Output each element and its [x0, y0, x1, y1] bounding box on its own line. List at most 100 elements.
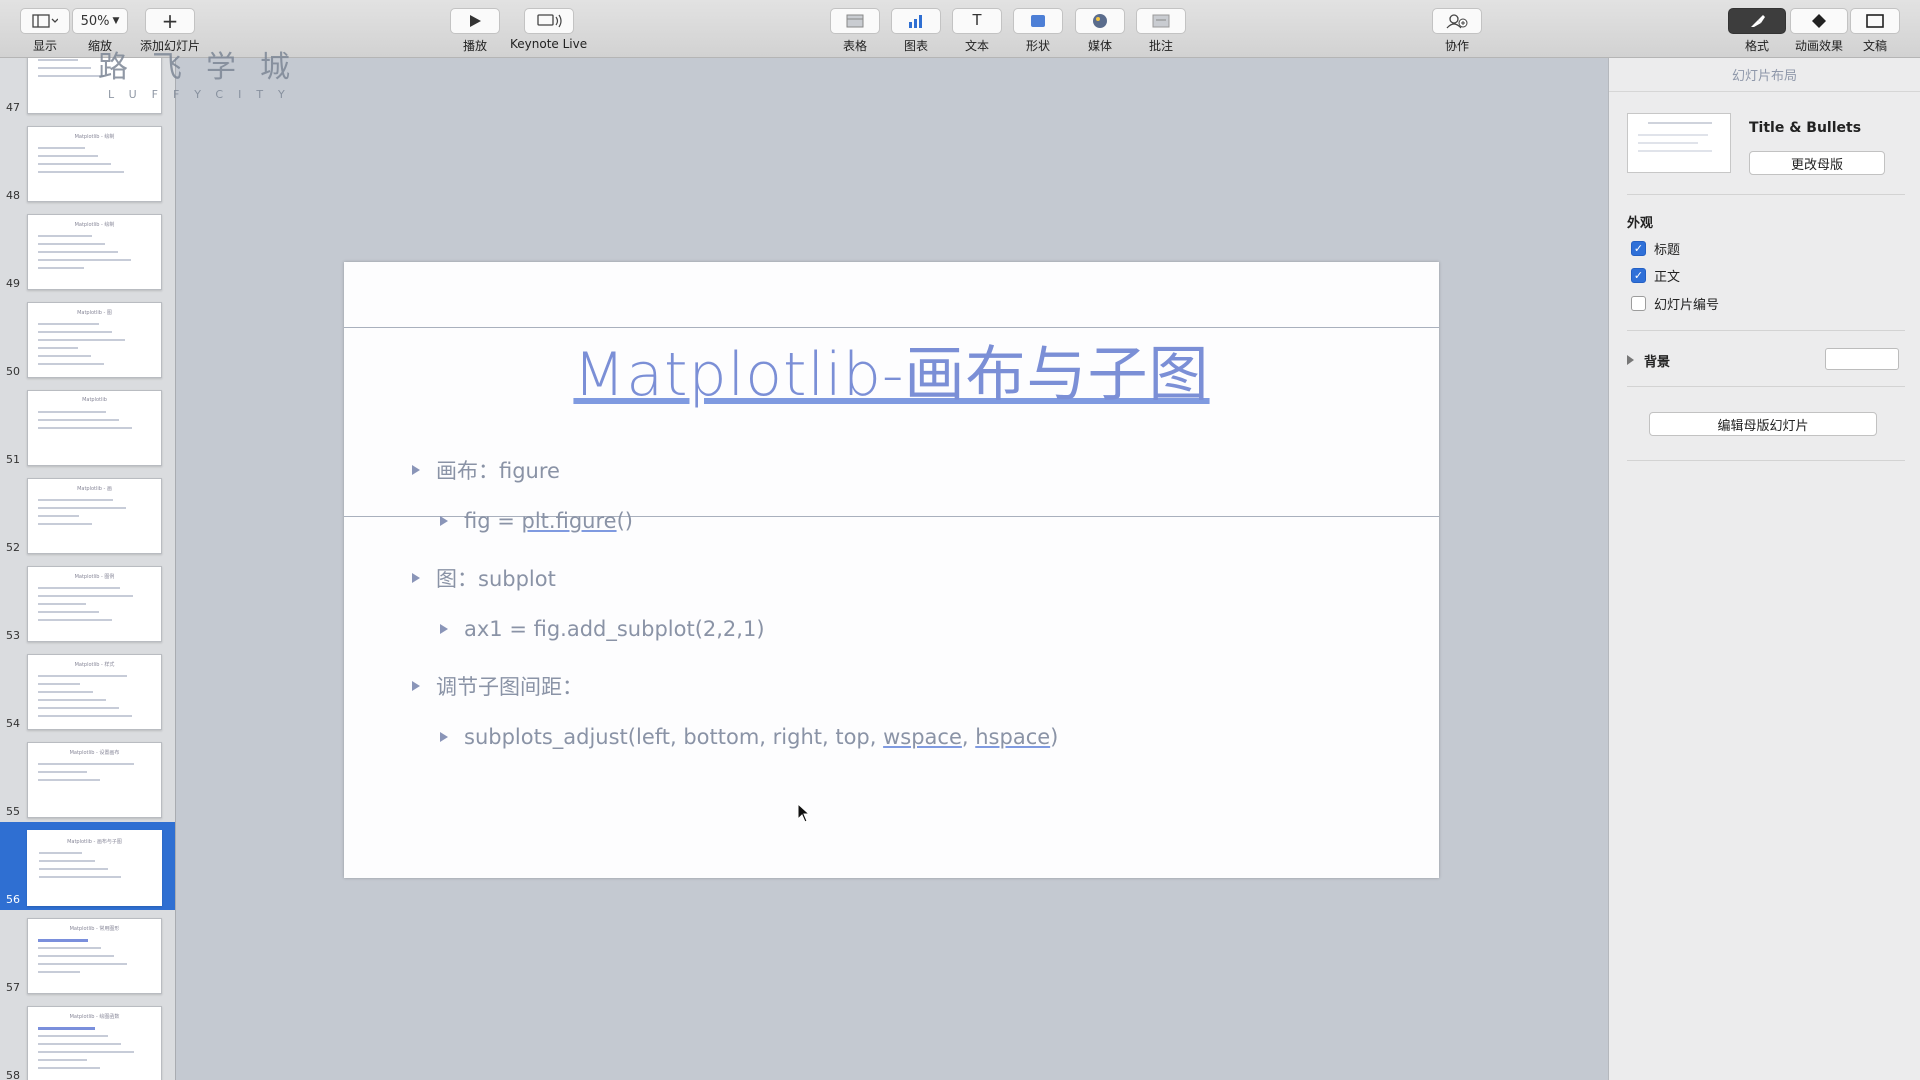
title-checkbox-row[interactable]: ✓ 标题: [1631, 239, 1680, 258]
body-checkbox[interactable]: ✓: [1631, 268, 1646, 283]
slide-thumbnail[interactable]: Matplotlib - 画: [27, 478, 162, 554]
bullet-item[interactable]: ax1 = fig.add_subplot(2,2,1): [440, 617, 765, 641]
slide-thumbnail-row[interactable]: 48 Matplotlib - 绘制: [0, 118, 175, 206]
thumbnail-text-line: [38, 411, 106, 413]
layout-name: Title & Bullets: [1749, 120, 1862, 136]
edit-master-slide-button[interactable]: 编辑母版幻灯片: [1649, 412, 1877, 436]
text-button[interactable]: T: [952, 8, 1002, 34]
thumbnail-text-line: [38, 155, 98, 157]
bullet-item[interactable]: 调节子图间距：: [412, 671, 583, 701]
slide-thumbnail[interactable]: Matplotlib - 图: [27, 302, 162, 378]
slide-thumbnail-title: Matplotlib - 绘制: [74, 134, 115, 140]
thumbnail-text-line: [38, 763, 134, 765]
thumbnail-text-line: [38, 171, 124, 173]
keynote-live-control[interactable]: Keynote Live: [510, 8, 587, 51]
shape-control[interactable]: 形状: [1013, 8, 1063, 54]
zoom-dropdown[interactable]: 50% ▼: [72, 8, 128, 34]
media-button[interactable]: [1075, 8, 1125, 34]
bullet-item[interactable]: subplots_adjust(left, bottom, right, top…: [440, 725, 1058, 749]
document-control[interactable]: 文稿: [1850, 8, 1900, 54]
inspector-header[interactable]: 幻灯片布局: [1609, 58, 1920, 92]
slide-thumbnail-row[interactable]: 54 Matplotlib - 样式: [0, 646, 175, 734]
document-button[interactable]: [1850, 8, 1900, 34]
slide-number-checkbox-row[interactable]: 幻灯片编号: [1631, 294, 1719, 313]
slide-thumbnail-row[interactable]: 50 Matplotlib - 图: [0, 294, 175, 382]
slide-number: 58: [6, 1069, 20, 1080]
comment-label: 批注: [1148, 39, 1173, 53]
slide-thumbnail-row[interactable]: 53 Matplotlib - 图例: [0, 558, 175, 646]
slide-thumbnail[interactable]: Matplotlib - 样式: [27, 654, 162, 730]
play-button[interactable]: [450, 8, 500, 34]
comment-icon: [1152, 14, 1170, 28]
slide-thumbnail-row[interactable]: 49 Matplotlib - 绘制: [0, 206, 175, 294]
thumbnail-text-line: [38, 939, 88, 942]
chart-button[interactable]: [891, 8, 941, 34]
thumbnail-text-line: [38, 363, 104, 365]
watermark-logo: 路飞学城 LUFFYCITY: [98, 42, 314, 101]
format-label: 格式: [1744, 39, 1769, 53]
format-control[interactable]: 格式: [1728, 8, 1786, 54]
background-color-well[interactable]: [1825, 348, 1899, 370]
title-checkbox[interactable]: ✓: [1631, 241, 1646, 256]
shape-button[interactable]: [1013, 8, 1063, 34]
slide-canvas[interactable]: Matplotlib-画布与子图 画布：figure fig = plt.fig…: [344, 262, 1439, 878]
slide-number: 47: [6, 101, 20, 114]
slide-thumbnail[interactable]: Matplotlib: [27, 390, 162, 466]
slide-thumbnail[interactable]: Matplotlib - 画布与子图: [27, 830, 162, 906]
slide-thumbnail-row[interactable]: 52 Matplotlib - 画: [0, 470, 175, 558]
media-control[interactable]: 媒体: [1075, 8, 1125, 54]
thumbnail-text-line: [38, 675, 127, 677]
comment-button[interactable]: [1136, 8, 1186, 34]
collaborate-button[interactable]: [1432, 8, 1482, 34]
slide-navigator[interactable]: 47 48 Matplotlib - 绘制 49 Matplotlib - 绘制 50 Ma…: [0, 58, 176, 1080]
text-control[interactable]: T 文本: [952, 8, 1002, 54]
bullet-arrow-icon: [412, 573, 420, 583]
animate-control[interactable]: 动画效果: [1790, 8, 1848, 54]
format-button[interactable]: [1728, 8, 1786, 34]
slide-thumbnail-row[interactable]: 55 Matplotlib - 设置画布: [0, 734, 175, 822]
thumbnail-text-line: [38, 963, 127, 965]
slide-number-checkbox[interactable]: [1631, 296, 1646, 311]
thumbnail-text-line: [38, 1035, 108, 1037]
view-button[interactable]: [20, 8, 70, 34]
slide-thumbnail[interactable]: Matplotlib - 设置画布: [27, 742, 162, 818]
comment-control[interactable]: 批注: [1136, 8, 1186, 54]
slide-title[interactable]: Matplotlib-画布与子图: [344, 326, 1439, 413]
thumbnail-text-line: [38, 251, 118, 253]
body-checkbox-row[interactable]: ✓ 正文: [1631, 266, 1680, 285]
bullet-item[interactable]: 图：subplot: [412, 563, 556, 593]
slide-thumbnail[interactable]: Matplotlib - 绘图函数: [27, 1006, 162, 1080]
slide-thumbnail[interactable]: Matplotlib - 绘制: [27, 214, 162, 290]
slide-thumbnail-row[interactable]: 58 Matplotlib - 绘图函数: [0, 998, 175, 1080]
slide-thumbnail[interactable]: Matplotlib - 图例: [27, 566, 162, 642]
bullet-item[interactable]: 画布：figure: [412, 455, 560, 485]
chart-control[interactable]: 图表: [891, 8, 941, 54]
slide-thumbnail[interactable]: Matplotlib - 绘制: [27, 126, 162, 202]
bullet-item[interactable]: fig = plt.figure(): [440, 509, 633, 533]
background-row[interactable]: 背景: [1627, 348, 1909, 372]
media-icon: [1093, 14, 1107, 28]
slide-thumbnail[interactable]: Matplotlib - 常用图形: [27, 918, 162, 994]
slide-thumbnail-row[interactable]: 51 Matplotlib: [0, 382, 175, 470]
animate-button[interactable]: [1790, 8, 1848, 34]
view-control[interactable]: 显示: [20, 8, 70, 54]
keynote-live-button[interactable]: [523, 8, 574, 34]
document-label: 文稿: [1862, 39, 1887, 53]
code-text: plt.figure: [521, 509, 617, 533]
slide-number: 48: [6, 189, 20, 202]
thumbnail-text-line: [38, 603, 86, 605]
slide-thumbnail-row[interactable]: 57 Matplotlib - 常用图形: [0, 910, 175, 998]
code-text: subplots_adjust(left, bottom, right, top…: [464, 725, 884, 749]
table-control[interactable]: 表格: [830, 8, 880, 54]
collaborate-control[interactable]: 协作: [1432, 8, 1482, 54]
table-button[interactable]: [830, 8, 880, 34]
disclosure-triangle-icon[interactable]: [1627, 355, 1634, 365]
play-control[interactable]: 播放: [450, 8, 500, 54]
add-slide-button[interactable]: +: [145, 8, 195, 34]
slide-thumbnail-row[interactable]: 56 Matplotlib - 画布与子图: [0, 822, 175, 910]
change-master-button[interactable]: 更改母版: [1749, 151, 1885, 175]
slide-thumbnail-title: Matplotlib - 常用图形: [69, 926, 120, 932]
collaborate-icon: [1446, 14, 1468, 29]
layout-thumbnail[interactable]: [1627, 113, 1731, 173]
thumbnail-text-line: [38, 67, 91, 69]
